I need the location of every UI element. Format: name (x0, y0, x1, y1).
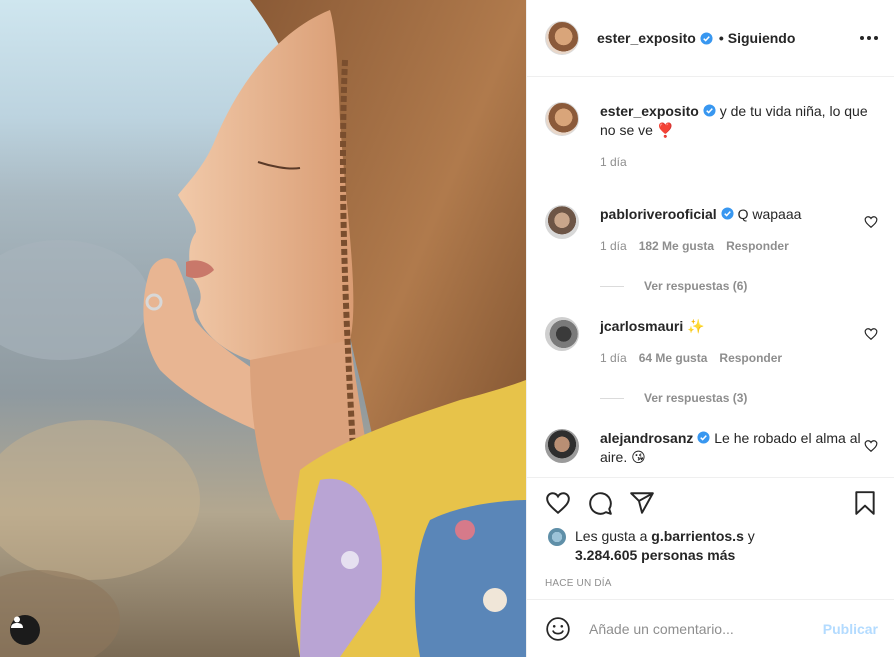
header-separator: • (718, 30, 724, 46)
reply-button[interactable]: Responder (719, 349, 782, 368)
verified-badge-icon (700, 31, 713, 45)
replies-divider (600, 285, 624, 287)
add-comment-bar: Publicar (527, 599, 894, 657)
comment-like-heart-icon[interactable] (864, 215, 878, 229)
commenter-avatar[interactable] (545, 205, 579, 239)
following-button[interactable]: Siguiendo (728, 30, 796, 46)
photo-illustration (0, 0, 526, 657)
publish-button[interactable]: Publicar (823, 621, 878, 637)
more-options-icon[interactable] (860, 36, 878, 40)
comment-like-heart-icon[interactable] (864, 327, 878, 341)
author-avatar[interactable] (545, 21, 579, 55)
caption-meta: 1 día (600, 153, 878, 172)
user-tag-button[interactable] (10, 615, 40, 645)
commenter-avatar[interactable] (545, 429, 579, 463)
view-replies-toggle[interactable]: Ver respuestas (3) (600, 391, 878, 405)
liker-username[interactable]: g.barrientos.s (651, 528, 744, 544)
comment-meta: 1 día 182 Me gusta Responder (600, 237, 878, 256)
user-tag-icon (11, 616, 23, 628)
comment-input[interactable] (589, 620, 823, 637)
caption-avatar[interactable] (545, 102, 579, 136)
author-username[interactable]: ester_exposito (597, 30, 696, 46)
commenter-avatar[interactable] (545, 317, 579, 351)
liker-avatar[interactable] (547, 527, 567, 547)
post-actions (527, 477, 894, 527)
verified-badge-icon (721, 207, 734, 220)
post-header: ester_exposito • Siguiendo (527, 0, 894, 77)
post-details-panel: ester_exposito • Siguiendo ester_exposit… (526, 0, 894, 657)
comment-icon[interactable] (587, 490, 613, 516)
comment-meta: 1 día 64 Me gusta Responder (600, 349, 878, 368)
view-replies-label[interactable]: Ver respuestas (3) (644, 391, 747, 405)
likes-summary: Les gusta a g.barrientos.s y 3.284.605 p… (527, 527, 894, 565)
likes-count[interactable]: 3.284.605 personas más (575, 547, 735, 563)
view-replies-label[interactable]: Ver respuestas (6) (644, 279, 747, 293)
view-replies-toggle[interactable]: Ver respuestas (6) (600, 279, 878, 293)
comment-text: Q wapaaa (737, 206, 802, 222)
likes-prefix: Les gusta a (575, 528, 648, 544)
comment-time[interactable]: 1 día (600, 349, 627, 368)
comment-item: alejandrosanz Le he robado el alma al ai… (545, 429, 878, 467)
comment-item: pablorivero​oficial Q wapaaa 1 día 182 M… (545, 205, 878, 256)
comment-likes[interactable]: 64 Me gusta (639, 349, 708, 368)
replies-divider (600, 397, 624, 399)
commenter-username[interactable]: alejandrosanz (600, 430, 693, 446)
comments-list: ester_exposito y de tu vida niña, lo que… (527, 77, 894, 477)
verified-badge-icon (703, 104, 716, 117)
caption-username[interactable]: ester_exposito (600, 103, 699, 119)
share-icon[interactable] (629, 490, 655, 516)
comment-item: jcarlosmauri ✨ 1 día 64 Me gusta Respond… (545, 317, 878, 368)
commenter-username[interactable]: pablorivero​oficial (600, 206, 717, 222)
comment-text: ✨ (687, 318, 705, 334)
verified-badge-icon (697, 431, 710, 444)
commenter-username[interactable]: jcarlosmauri (600, 318, 683, 334)
caption: ester_exposito y de tu vida niña, lo que… (545, 77, 878, 172)
likes-conj: y (747, 528, 755, 544)
comment-time[interactable]: 1 día (600, 237, 627, 256)
heart-icon[interactable] (545, 490, 571, 516)
reply-button[interactable]: Responder (726, 237, 789, 256)
emoji-icon[interactable] (545, 616, 571, 642)
bookmark-icon[interactable] (852, 490, 878, 516)
post-timestamp[interactable]: HACE UN DÍA (527, 578, 894, 589)
post-photo[interactable] (0, 0, 526, 657)
comment-likes[interactable]: 182 Me gusta (639, 237, 714, 256)
caption-time[interactable]: 1 día (600, 153, 627, 172)
instagram-post: ester_exposito • Siguiendo ester_exposit… (0, 0, 894, 657)
comment-like-heart-icon[interactable] (864, 439, 878, 453)
